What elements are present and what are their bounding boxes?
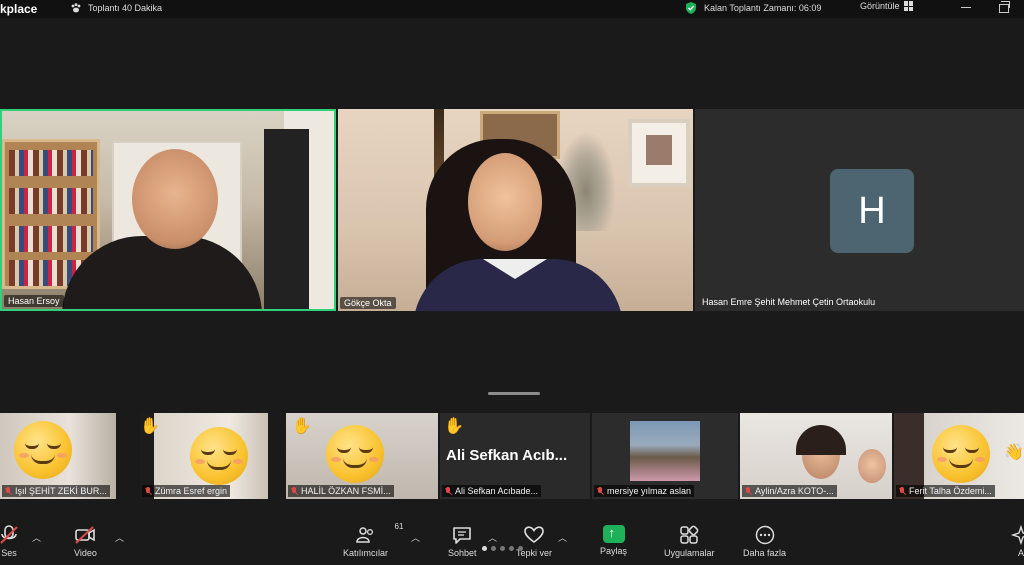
page-dot[interactable] xyxy=(482,546,487,551)
react-button[interactable]: Tepki ver xyxy=(516,525,552,558)
video-tile-speaker[interactable]: Hasan Ersoy xyxy=(0,109,336,311)
doorway-background xyxy=(264,129,309,309)
photo-frame xyxy=(628,119,690,187)
meeting-timer-label: Toplantı 40 Dakika xyxy=(88,3,163,13)
view-button[interactable]: Görüntüle xyxy=(860,1,914,11)
restore-button[interactable] xyxy=(999,1,1010,13)
participant-face xyxy=(468,153,542,251)
video-button[interactable]: Video xyxy=(74,525,97,558)
gallery-tile[interactable]: mersiye yılmaz aslan xyxy=(592,413,738,499)
participant-name-tag: mersiye yılmaz aslan xyxy=(594,485,695,497)
page-dot[interactable] xyxy=(509,546,514,551)
participant-display-name: Ali Sefkan Acıb... xyxy=(446,447,568,464)
participants-label: Katılımcılar xyxy=(343,548,389,558)
gallery-tile[interactable]: ✋ Zümra Esref ergin xyxy=(140,413,268,499)
participant-name-tag: HALİL ÖZKAN FSMİ... xyxy=(288,485,394,497)
participant-face xyxy=(858,449,886,483)
chat-button[interactable]: Sohbet xyxy=(448,525,477,558)
mic-muted-icon xyxy=(291,486,298,496)
gallery-tile[interactable]: 👋 Ferit Talha Özdemi... xyxy=(894,413,1024,499)
page-dot[interactable] xyxy=(491,546,496,551)
smile-emoji-icon xyxy=(326,425,384,483)
raised-hand-icon: ✋ xyxy=(140,418,160,435)
heart-icon xyxy=(524,526,544,543)
participant-name-tag: Hasan Emre Şehit Mehmet Çetin Ortaokulu xyxy=(702,297,876,307)
view-label: Görüntüle xyxy=(860,1,900,11)
share-screen-icon xyxy=(602,525,625,543)
mic-muted-icon xyxy=(899,486,906,496)
share-label: Paylaş xyxy=(600,546,628,556)
mic-muted-icon xyxy=(445,486,452,496)
participant-face xyxy=(132,149,218,249)
video-options-chevron-icon[interactable]: ︿ xyxy=(115,531,124,544)
participants-count: 61 xyxy=(394,522,404,531)
ai-companion-button[interactable]: A xyxy=(1010,525,1024,558)
gallery-tile[interactable]: ✋ Ali Sefkan Acıb... Ali Sefkan Acıbade.… xyxy=(440,413,590,499)
video-tile-participant[interactable]: Gökçe Okta xyxy=(338,109,693,311)
audio-button[interactable]: Ses xyxy=(0,525,20,558)
chat-icon xyxy=(453,527,472,544)
participants-chevron-icon[interactable]: ︿ xyxy=(411,531,420,544)
share-button[interactable]: Paylaş xyxy=(600,525,627,556)
more-button[interactable]: Daha fazla xyxy=(743,525,786,558)
participant-name-tag: Gökçe Okta xyxy=(340,297,396,309)
apps-icon xyxy=(680,525,699,544)
apps-button[interactable]: Uygulamalar xyxy=(664,525,715,558)
paw-icon xyxy=(71,3,81,13)
smile-emoji-icon xyxy=(932,425,990,483)
participant-hair xyxy=(796,425,846,455)
shield-check-icon xyxy=(686,2,696,14)
mic-muted-icon xyxy=(145,486,152,496)
participant-name-tag: Hasan Ersoy xyxy=(4,295,64,307)
participant-video-thumbnail xyxy=(630,421,700,481)
video-tile-camera-off[interactable]: H Hasan Emre Şehit Mehmet Çetin Ortaokul… xyxy=(695,109,1024,311)
participant-name-tag: Ferit Talha Özdemi... xyxy=(896,485,995,497)
participant-name-tag: Ali Sefkan Acıbade... xyxy=(442,485,542,497)
mic-muted-icon xyxy=(5,486,12,496)
participants-icon-wrapper: 61 xyxy=(355,522,403,545)
apps-label: Uygulamalar xyxy=(664,548,715,558)
ai-companion-label: A xyxy=(1017,548,1024,558)
participant-name-tag: Zümra Esref ergin xyxy=(142,485,231,497)
page-indicator[interactable] xyxy=(482,546,523,551)
gallery-strip: Işıl ŞEHİT ZEKİ BUR... ✋ Zümra Esref erg… xyxy=(0,413,1024,499)
smile-emoji-icon xyxy=(190,427,248,485)
page-dot[interactable] xyxy=(500,546,505,551)
gallery-tile[interactable]: Aylin/Azra KOTO-... xyxy=(740,413,892,499)
gallery-tile[interactable]: ✋ HALİL ÖZKAN FSMİ... xyxy=(286,413,438,499)
raised-hand-icon: ✋ xyxy=(444,418,464,435)
remaining-time-indicator[interactable]: Kalan Toplantı Zamanı: 06:09 xyxy=(684,1,821,15)
smile-emoji-icon xyxy=(14,421,72,479)
remaining-time-label: Kalan Toplantı Zamanı: 06:09 xyxy=(704,3,822,13)
video-label: Video xyxy=(74,548,97,558)
page-dot[interactable] xyxy=(518,546,523,551)
gallery-tile[interactable]: Işıl ŞEHİT ZEKİ BUR... xyxy=(0,413,116,499)
chat-label: Sohbet xyxy=(448,548,477,558)
grid-view-icon xyxy=(903,1,914,11)
minimize-button[interactable] xyxy=(961,7,971,8)
sparkle-icon xyxy=(1010,525,1024,545)
react-chevron-icon[interactable]: ︿ xyxy=(558,531,567,544)
app-brand: kplace xyxy=(0,2,38,16)
audio-options-chevron-icon[interactable]: ︿ xyxy=(32,531,41,544)
mic-muted-icon xyxy=(745,486,752,496)
more-label: Daha fazla xyxy=(743,548,787,558)
top-bar: kplace Toplantı 40 Dakika Kalan Toplantı… xyxy=(0,0,1024,18)
meeting-toolbar: Ses ︿ Video ︿ 61 Katılımcılar ︿ Sohbet ︿… xyxy=(0,515,1024,565)
resize-handle[interactable] xyxy=(488,392,540,395)
participants-icon xyxy=(355,527,373,543)
mic-muted-icon xyxy=(0,525,18,544)
participant-name-tag: Işıl ŞEHİT ZEKİ BUR... xyxy=(2,485,110,497)
raised-hand-icon: ✋ xyxy=(292,418,312,435)
avatar: H xyxy=(830,169,914,253)
more-icon xyxy=(755,525,774,545)
meeting-timer[interactable]: Toplantı 40 Dakika xyxy=(70,2,162,14)
video-off-icon xyxy=(75,526,96,544)
waving-hand-icon: 👋 xyxy=(1004,444,1024,461)
mic-muted-icon xyxy=(597,486,604,496)
chat-chevron-icon[interactable]: ︿ xyxy=(488,531,497,544)
participants-button[interactable]: 61 Katılımcılar xyxy=(343,522,403,558)
audio-label: Ses xyxy=(1,548,17,558)
participant-name-tag: Aylin/Azra KOTO-... xyxy=(742,485,837,497)
